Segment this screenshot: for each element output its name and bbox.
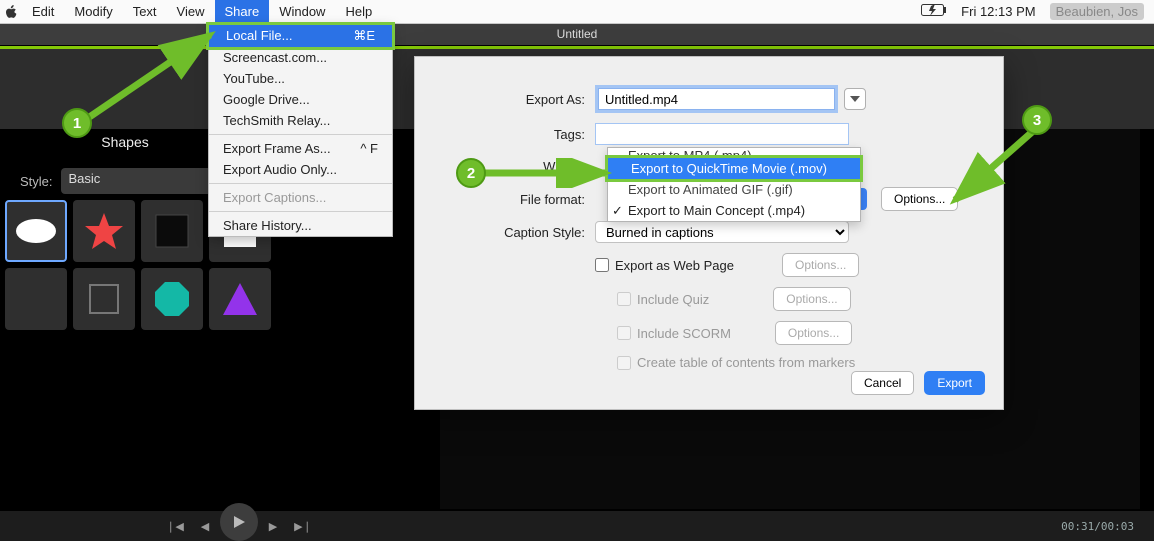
menu-window[interactable]: Window bbox=[269, 0, 335, 24]
web-options-button: Options... bbox=[782, 253, 859, 277]
where-label: Where: bbox=[415, 159, 595, 174]
toc-check: Create table of contents from markers bbox=[617, 355, 855, 370]
share-screencast[interactable]: Screencast.com... bbox=[209, 47, 392, 68]
export-dialog: Export As: Tags: Where: File format: Opt… bbox=[414, 56, 1004, 410]
include-quiz-check: Include Quiz bbox=[617, 292, 709, 307]
shape-star[interactable] bbox=[73, 200, 135, 262]
menubar: Edit Modify Text View Share Window Help … bbox=[0, 0, 1154, 24]
playback-time: 00:31/00:03 bbox=[1061, 520, 1154, 533]
menu-modify[interactable]: Modify bbox=[64, 0, 122, 24]
caption-style-select[interactable]: Burned in captions bbox=[595, 221, 849, 243]
style-select[interactable]: Basic bbox=[61, 168, 221, 194]
menubar-user: Beaubien, Jos bbox=[1050, 3, 1144, 20]
share-techsmith-relay[interactable]: TechSmith Relay... bbox=[209, 110, 392, 131]
export-web-page-check[interactable]: Export as Web Page bbox=[595, 258, 734, 273]
cancel-button[interactable]: Cancel bbox=[851, 371, 914, 395]
export-as-input[interactable] bbox=[598, 88, 835, 110]
share-history[interactable]: Share History... bbox=[209, 215, 392, 236]
annotation-1: 1 bbox=[62, 108, 92, 138]
export-button[interactable]: Export bbox=[924, 371, 985, 395]
include-scorm-check: Include SCORM bbox=[617, 326, 731, 341]
style-label: Style: bbox=[20, 174, 53, 189]
quiz-options-button: Options... bbox=[773, 287, 850, 311]
export-as-caret[interactable] bbox=[844, 88, 866, 110]
tags-input[interactable] bbox=[595, 123, 849, 145]
menubar-clock: Fri 12:13 PM bbox=[961, 4, 1035, 19]
menu-help[interactable]: Help bbox=[335, 0, 382, 24]
shape-empty[interactable] bbox=[5, 268, 67, 330]
menu-view[interactable]: View bbox=[167, 0, 215, 24]
style-row: Style: Basic bbox=[20, 168, 221, 194]
shape-octagon[interactable] bbox=[141, 268, 203, 330]
format-gif[interactable]: Export to Animated GIF (.gif) bbox=[608, 179, 860, 200]
format-quicktime[interactable]: Export to QuickTime Movie (.mov) bbox=[605, 155, 863, 182]
share-google-drive[interactable]: Google Drive... bbox=[209, 89, 392, 110]
battery-icon bbox=[921, 4, 947, 19]
annotation-3: 3 bbox=[1022, 105, 1052, 135]
accent-line bbox=[0, 46, 1154, 49]
shape-triangle[interactable] bbox=[209, 268, 271, 330]
shape-square-black[interactable] bbox=[141, 200, 203, 262]
tags-label: Tags: bbox=[415, 127, 595, 142]
annotation-2: 2 bbox=[456, 158, 486, 188]
shape-ellipse[interactable] bbox=[5, 200, 67, 262]
play-icon[interactable] bbox=[220, 503, 258, 541]
shape-square-outline[interactable] bbox=[73, 268, 135, 330]
window-title: Untitled bbox=[0, 24, 1154, 45]
apple-icon[interactable] bbox=[0, 5, 22, 19]
playback-bar: ❘◀ ◀ ▶ ▶❘ 00:31/00:03 bbox=[0, 511, 1154, 541]
next-frame-icon[interactable]: ▶❘ bbox=[288, 514, 318, 538]
share-export-frame[interactable]: Export Frame As...^ F bbox=[209, 138, 392, 159]
menu-edit[interactable]: Edit bbox=[22, 0, 64, 24]
share-export-audio[interactable]: Export Audio Only... bbox=[209, 159, 392, 180]
file-format-list: Export to MP4 (.mp4) Export to QuickTime… bbox=[607, 147, 861, 222]
share-export-captions: Export Captions... bbox=[209, 187, 392, 208]
menu-share[interactable]: Share bbox=[215, 0, 270, 24]
scorm-options-button: Options... bbox=[775, 321, 852, 345]
share-local-file[interactable]: Local File...⌘E bbox=[206, 22, 395, 50]
share-dropdown: Local File...⌘E Screencast.com... YouTub… bbox=[208, 24, 393, 237]
format-mainconcept[interactable]: Export to Main Concept (.mp4) bbox=[608, 200, 860, 221]
menu-text[interactable]: Text bbox=[123, 0, 167, 24]
share-youtube[interactable]: YouTube... bbox=[209, 68, 392, 89]
export-as-label: Export As: bbox=[415, 92, 595, 107]
options-button[interactable]: Options... bbox=[881, 187, 958, 211]
step-fwd-icon[interactable]: ▶ bbox=[258, 514, 288, 538]
prev-frame-icon[interactable]: ❘◀ bbox=[160, 514, 190, 538]
step-back-icon[interactable]: ◀ bbox=[190, 514, 220, 538]
caption-style-label: Caption Style: bbox=[415, 225, 595, 240]
file-format-label: File format: bbox=[415, 192, 595, 207]
